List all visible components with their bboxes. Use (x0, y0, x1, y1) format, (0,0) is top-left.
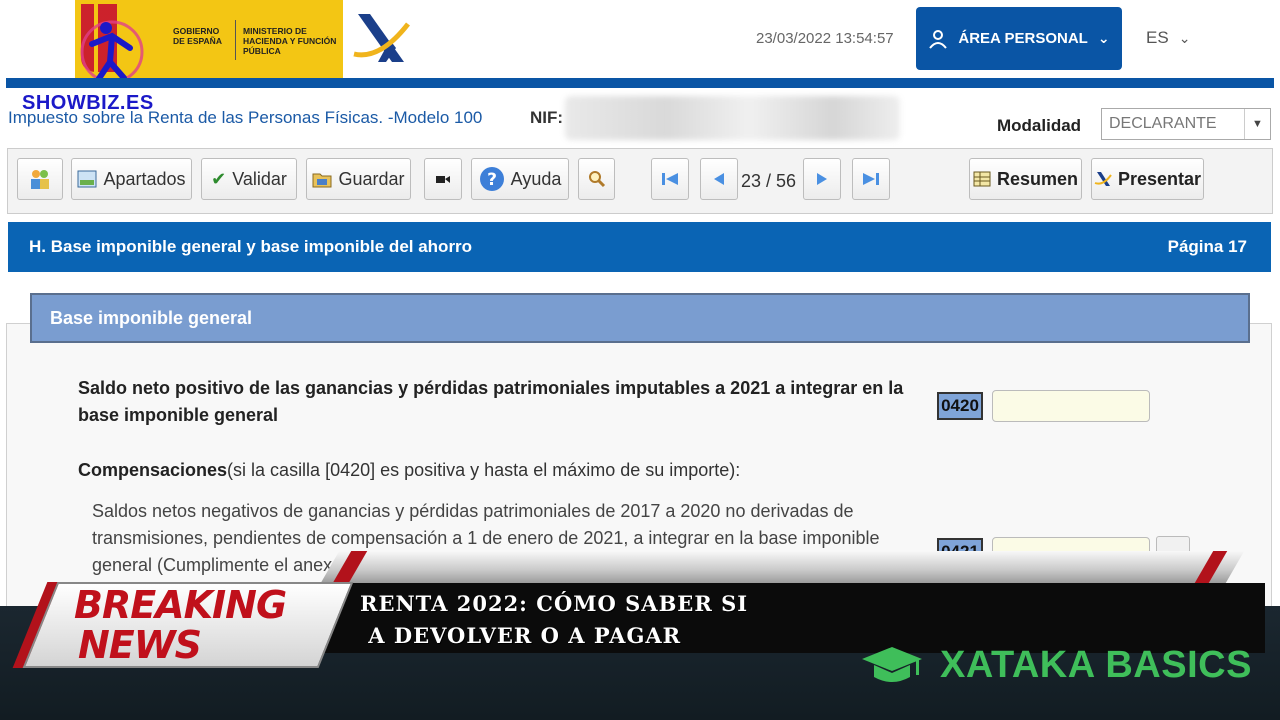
apartados-button[interactable]: Apartados (71, 158, 192, 200)
ayuda-label: Ayuda (510, 168, 562, 189)
panel-icon (77, 170, 97, 188)
news-word: NEWS (78, 623, 202, 667)
modalidad-value: DECLARANTE (1109, 115, 1217, 132)
people-icon (31, 170, 49, 189)
svg-text:?: ? (487, 170, 497, 190)
validar-button[interactable]: ✔ Validar (201, 158, 297, 200)
language-selector[interactable]: ES ⌄ (1146, 28, 1190, 48)
modalidad-select[interactable]: DECLARANTE ▼ (1101, 108, 1271, 140)
nif-label: NIF: (530, 108, 564, 127)
resumen-label: Resumen (996, 168, 1079, 189)
first-page-icon (662, 173, 678, 185)
section-page: Página 17 (1167, 237, 1247, 256)
headline-line-2: A DEVOLVER O A PAGAR (360, 623, 682, 648)
field-0420-input[interactable] (992, 390, 1150, 422)
compensaciones-label: Compensaciones (78, 460, 228, 480)
news-silver-band (320, 551, 1245, 583)
user-icon (929, 29, 948, 49)
last-page-button[interactable] (852, 158, 890, 200)
screenshot-root: GOBIERNO DE ESPAÑA MINISTERIO DE HACIEND… (0, 0, 1280, 720)
presentar-button[interactable]: Presentar (1091, 158, 1204, 200)
xataka-basics-logo: XATAKA BASICS (860, 644, 1252, 687)
headline-line-1: RENTA 2022: CÓMO SABER SI (360, 591, 749, 616)
language-label: ES (1146, 28, 1169, 47)
chevron-down-icon: ⌄ (1178, 29, 1191, 46)
form-toolbar (7, 148, 1273, 214)
form-title: Impuesto sobre la Renta de las Personas … (8, 108, 483, 127)
header-divider (6, 78, 1274, 88)
resumen-button[interactable]: Resumen (969, 158, 1082, 200)
last-page-icon (863, 173, 879, 185)
gov-text: GOBIERNO DE ESPAÑA (173, 26, 222, 46)
guardar-label: Guardar (338, 168, 405, 189)
page-counter: 23 / 56 (741, 171, 797, 191)
ministry-text: MINISTERIO DE HACIENDA Y FUNCIÓN PÚBLICA (243, 26, 337, 56)
checkmark-icon: ✔ (211, 168, 227, 189)
subsection-header: Base imponible general (30, 293, 1250, 343)
field-0420-label: Saldo neto positivo de las ganancias y p… (78, 378, 904, 425)
previous-page-button[interactable] (700, 158, 738, 200)
aeat-small-icon (1094, 172, 1112, 186)
graduation-cap-icon (862, 646, 922, 682)
table-icon (973, 171, 991, 187)
section-header: H. Base imponible general y base imponib… (8, 222, 1271, 272)
dropdown-arrow-icon: ▼ (1244, 109, 1270, 139)
help-icon: ? (479, 167, 504, 191)
search-button[interactable] (578, 158, 615, 200)
compensaciones-text: Compensaciones(si la casilla [0420] es p… (78, 460, 740, 481)
modalidad-label: Modalidad (997, 116, 1082, 135)
next-icon (817, 173, 827, 185)
camera-icon (436, 176, 450, 183)
previous-icon (714, 173, 724, 185)
guardar-button[interactable]: Guardar (306, 158, 411, 200)
next-page-button[interactable] (803, 158, 841, 200)
apartados-label: Apartados (103, 168, 186, 189)
nif-blurred-value (565, 96, 900, 140)
area-personal-label: ÁREA PERSONAL (958, 30, 1088, 47)
first-page-button[interactable] (651, 158, 689, 200)
save-folder-icon (312, 173, 332, 188)
session-datetime: 23/03/2022 13:54:57 (756, 30, 894, 47)
xataka-basics-label: XATAKA BASICS (940, 644, 1252, 686)
area-personal-button[interactable]: ÁREA PERSONAL ⌄ (916, 7, 1122, 70)
presentar-label: Presentar (1117, 168, 1202, 189)
breaking-word: BREAKING (74, 583, 287, 627)
chevron-down-icon: ⌄ (1097, 30, 1110, 46)
news-headline: RENTA 2022: CÓMO SABER SI A DEVOLVER O A… (360, 588, 748, 652)
contacts-button[interactable] (17, 158, 63, 200)
section-title: H. Base imponible general y base imponib… (29, 237, 473, 256)
ayuda-button[interactable]: ? Ayuda (471, 158, 569, 200)
aeat-logo-icon (353, 14, 410, 62)
validar-label: Validar (232, 168, 287, 189)
breaking-news-text: BREAKING NEWS (74, 583, 287, 667)
magnifier-icon (588, 171, 605, 188)
subsection-title: Base imponible general (50, 308, 253, 328)
video-button[interactable] (424, 158, 462, 200)
field-code-0420: 0420 (937, 392, 983, 420)
compensaciones-note: (si la casilla [0420] es positiva y hast… (227, 460, 741, 480)
